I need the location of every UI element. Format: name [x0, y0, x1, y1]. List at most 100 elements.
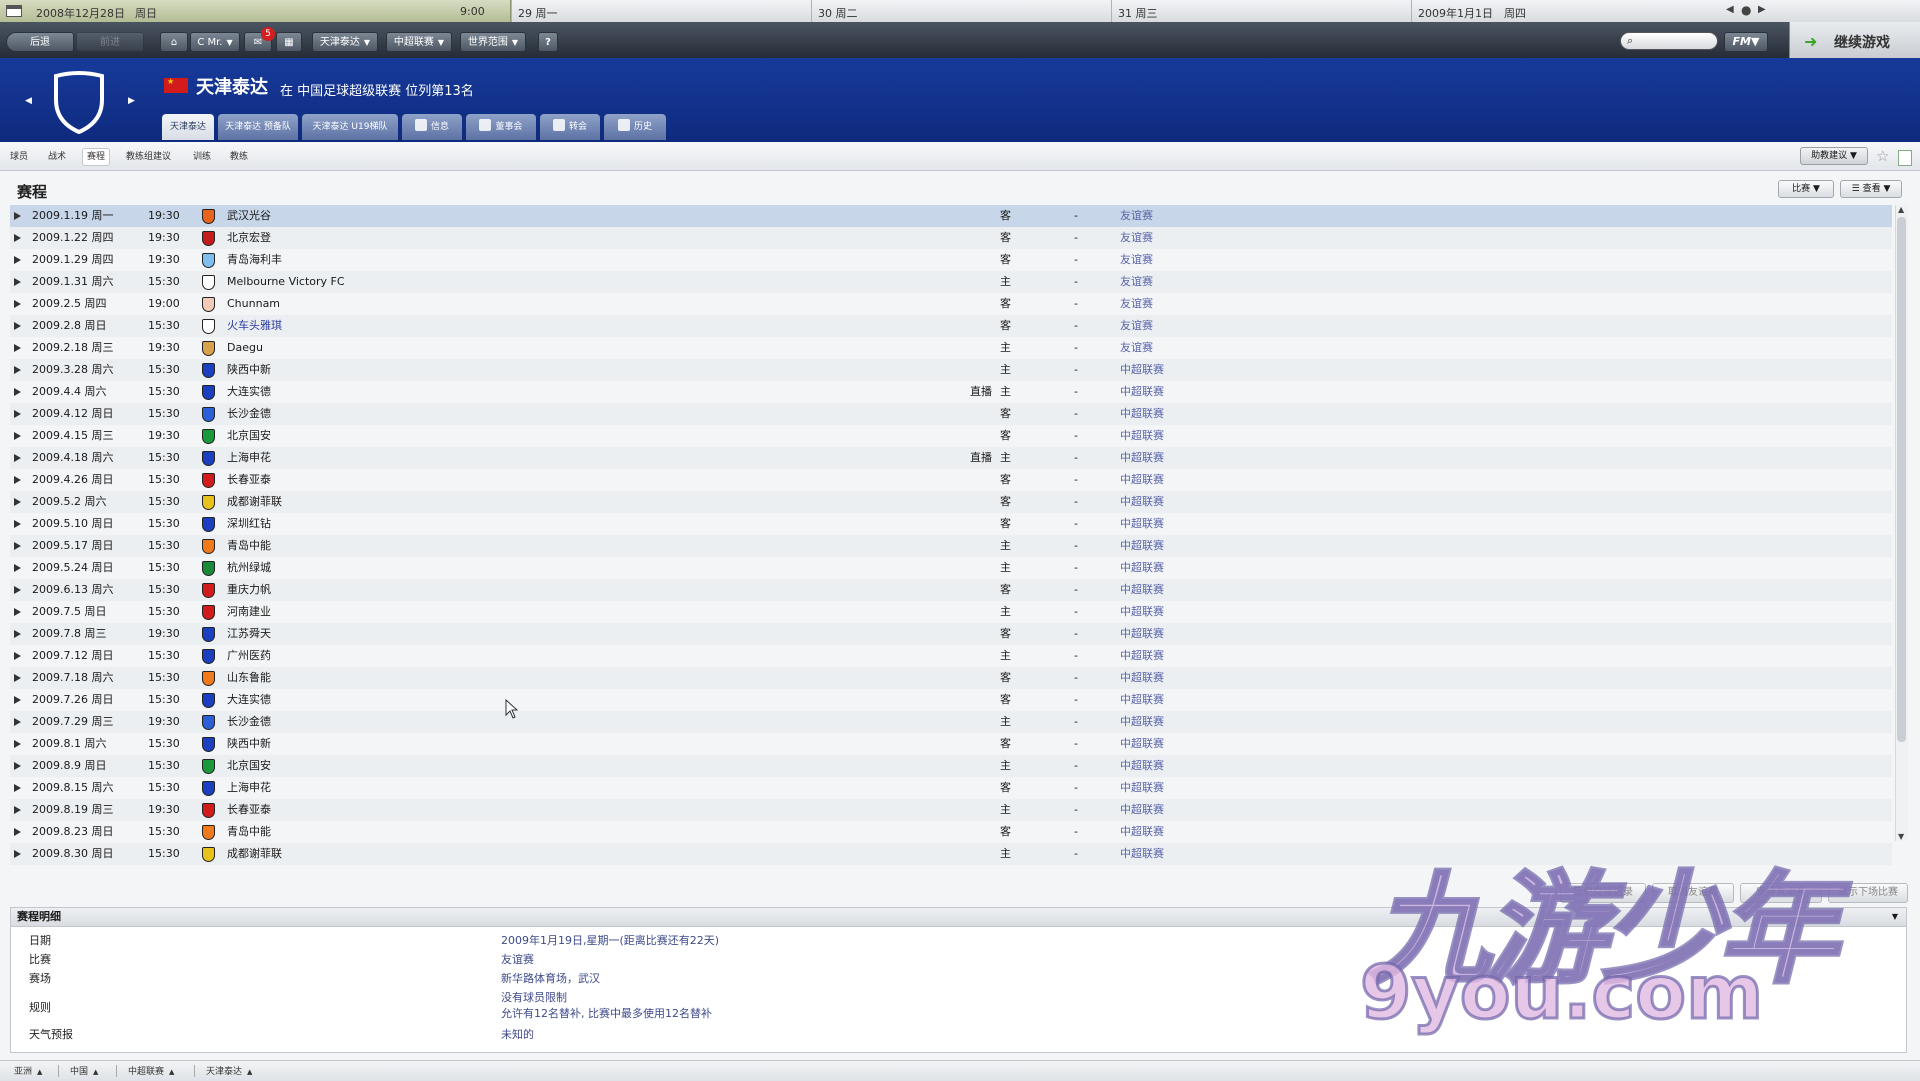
expand-row-icon[interactable]: [14, 498, 21, 506]
calendar-prev-icon[interactable]: ◀: [1726, 4, 1734, 15]
tab-reserves[interactable]: 天津泰达 预备队: [218, 114, 298, 140]
fixture-row[interactable]: 2009.5.24 周日 15:30 杭州绿城 主 - 中超联赛: [10, 557, 1892, 579]
breadcrumb-continent[interactable]: 亚洲 ▲: [14, 1064, 42, 1077]
fixture-row[interactable]: 2009.7.18 周六 15:30 山东鲁能 客 - 中超联赛: [10, 667, 1892, 689]
world-menu-button[interactable]: 世界范围 ▼: [460, 32, 526, 52]
collapse-icon[interactable]: ▼: [1892, 908, 1898, 926]
fixture-competition[interactable]: 中超联赛: [1120, 601, 1164, 623]
expand-row-icon[interactable]: [14, 322, 21, 330]
fixture-row[interactable]: 2009.2.8 周日 15:30 火车头雅琪 客 - 友谊赛: [10, 315, 1892, 337]
fixture-competition[interactable]: 中超联赛: [1120, 513, 1164, 535]
expand-row-icon[interactable]: [14, 344, 21, 352]
scroll-down-icon[interactable]: ▼: [1898, 832, 1904, 841]
fixture-competition[interactable]: 友谊赛: [1120, 205, 1153, 227]
expand-row-icon[interactable]: [14, 630, 21, 638]
fixture-opponent[interactable]: 长沙金德: [227, 403, 271, 425]
tab-u19[interactable]: 天津泰达 U19梯队: [302, 114, 398, 140]
expand-row-icon[interactable]: [14, 652, 21, 660]
fixture-competition[interactable]: 中超联赛: [1120, 777, 1164, 799]
fixture-row[interactable]: 2009.8.19 周三 19:30 长春亚泰 主 - 中超联赛: [10, 799, 1892, 821]
expand-row-icon[interactable]: [14, 762, 21, 770]
calendar-button[interactable]: ▦: [276, 32, 302, 52]
tab-board[interactable]: 董事会: [466, 114, 536, 140]
fixture-opponent[interactable]: 河南建业: [227, 601, 271, 623]
subtab-tactics[interactable]: 战术: [44, 149, 70, 165]
fixture-row[interactable]: 2009.5.2 周六 15:30 成都谢菲联 客 - 中超联赛: [10, 491, 1892, 513]
expand-row-icon[interactable]: [14, 586, 21, 594]
expand-row-icon[interactable]: [14, 256, 21, 264]
fixture-opponent[interactable]: 北京国安: [227, 755, 271, 777]
expand-row-icon[interactable]: [14, 432, 21, 440]
prev-club-icon[interactable]: ◀: [25, 96, 32, 106]
fixture-opponent[interactable]: 青岛中能: [227, 535, 271, 557]
subtab-staff[interactable]: 教练: [226, 149, 252, 165]
expand-row-icon[interactable]: [14, 476, 21, 484]
breadcrumb-club[interactable]: 天津泰达 ▲: [206, 1064, 252, 1077]
fixture-row[interactable]: 2009.3.28 周六 15:30 陕西中新 主 - 中超联赛: [10, 359, 1892, 381]
expand-row-icon[interactable]: [14, 410, 21, 418]
fixture-opponent[interactable]: 江苏舜天: [227, 623, 271, 645]
expand-row-icon[interactable]: [14, 674, 21, 682]
league-menu-button[interactable]: 中超联赛 ▼: [386, 32, 452, 52]
fixture-opponent[interactable]: 北京宏登: [227, 227, 271, 249]
fixture-row[interactable]: 2009.2.5 周四 19:00 Chunnam 客 - 友谊赛: [10, 293, 1892, 315]
continue-game-button[interactable]: ➜ 继续游戏: [1789, 22, 1920, 58]
fixture-competition[interactable]: 中超联赛: [1120, 557, 1164, 579]
home-button[interactable]: ⌂: [160, 32, 188, 52]
view-button[interactable]: ☰ 查看 ▼: [1840, 180, 1902, 198]
expand-row-icon[interactable]: [14, 454, 21, 462]
fixture-opponent[interactable]: 陕西中新: [227, 359, 271, 381]
fixture-row[interactable]: 2009.4.18 周六 15:30 上海申花 直播主 - 中超联赛: [10, 447, 1892, 469]
fixture-opponent[interactable]: 陕西中新: [227, 733, 271, 755]
breadcrumb-league[interactable]: 中超联赛 ▲: [128, 1064, 174, 1077]
fixture-row[interactable]: 2009.6.13 周六 15:30 重庆力帆 客 - 中超联赛: [10, 579, 1892, 601]
fixture-competition[interactable]: 中超联赛: [1120, 667, 1164, 689]
fixture-competition[interactable]: 友谊赛: [1120, 227, 1153, 249]
fixture-row[interactable]: 2009.8.9 周日 15:30 北京国安 主 - 中超联赛: [10, 755, 1892, 777]
fixture-row[interactable]: 2009.4.12 周日 15:30 长沙金德 客 - 中超联赛: [10, 403, 1892, 425]
expand-row-icon[interactable]: [14, 696, 21, 704]
show-next-match-button[interactable]: 显示下场比赛: [1828, 883, 1908, 903]
fixture-competition[interactable]: 友谊赛: [1120, 315, 1153, 337]
expand-row-icon[interactable]: [14, 366, 21, 374]
calendar-icon[interactable]: [6, 5, 22, 17]
expand-row-icon[interactable]: [14, 784, 21, 792]
club-menu-button[interactable]: 天津泰达 ▼: [312, 32, 378, 52]
fixture-row[interactable]: 2009.8.15 周六 15:30 上海申花 客 - 中超联赛: [10, 777, 1892, 799]
fixture-row[interactable]: 2009.5.10 周日 15:30 深圳红钻 客 - 中超联赛: [10, 513, 1892, 535]
fixture-row[interactable]: 2009.4.15 周三 19:30 北京国安 客 - 中超联赛: [10, 425, 1892, 447]
help-button[interactable]: ?: [538, 32, 558, 52]
fixture-competition[interactable]: 中超联赛: [1120, 403, 1164, 425]
subtab-players[interactable]: 球员: [6, 149, 32, 165]
fixture-opponent[interactable]: 长春亚泰: [227, 469, 271, 491]
fixture-row[interactable]: 2009.7.26 周日 15:30 大连实德 客 - 中超联赛: [10, 689, 1892, 711]
fixture-row[interactable]: 2009.1.22 周四 19:30 北京宏登 客 - 友谊赛: [10, 227, 1892, 249]
expand-row-icon[interactable]: [14, 542, 21, 550]
calendar-next-icon[interactable]: ▶: [1758, 4, 1766, 15]
fixture-competition[interactable]: 友谊赛: [1120, 293, 1153, 315]
assistant-advice-button[interactable]: 助教建议 ▼: [1800, 147, 1868, 165]
calendar-day[interactable]: 31 周三: [1111, 0, 1412, 22]
fixtures-scrollbar[interactable]: ▲ ▼: [1895, 205, 1908, 841]
fixture-opponent[interactable]: 广州医药: [227, 645, 271, 667]
fixture-row[interactable]: 2009.8.30 周日 15:30 成都谢菲联 主 - 中超联赛: [10, 843, 1892, 865]
tab-club[interactable]: 天津泰达: [162, 114, 214, 140]
expand-row-icon[interactable]: [14, 718, 21, 726]
tab-info[interactable]: 信息: [402, 114, 462, 140]
fixture-row[interactable]: 2009.7.29 周三 19:30 长沙金德 主 - 中超联赛: [10, 711, 1892, 733]
fixture-competition[interactable]: 中超联赛: [1120, 733, 1164, 755]
fixture-opponent[interactable]: 长沙金德: [227, 711, 271, 733]
fixture-competition[interactable]: 中超联赛: [1120, 381, 1164, 403]
expand-row-icon[interactable]: [14, 520, 21, 528]
search-input[interactable]: ⌕: [1620, 32, 1718, 50]
fixture-opponent[interactable]: 青岛中能: [227, 821, 271, 843]
fixture-opponent[interactable]: 成都谢菲联: [227, 491, 282, 513]
next-club-icon[interactable]: ▶: [128, 96, 135, 106]
fixture-opponent[interactable]: 青岛海利丰: [227, 249, 282, 271]
expand-row-icon[interactable]: [14, 564, 21, 572]
fixture-row[interactable]: 2009.1.19 周一 19:30 武汉光谷 客 - 友谊赛: [10, 205, 1892, 227]
fixture-opponent[interactable]: 上海申花: [227, 447, 271, 469]
fixture-opponent[interactable]: Daegu: [227, 337, 263, 359]
fixture-competition[interactable]: 中超联赛: [1120, 359, 1164, 381]
fixture-row[interactable]: 2009.7.5 周日 15:30 河南建业 主 - 中超联赛: [10, 601, 1892, 623]
